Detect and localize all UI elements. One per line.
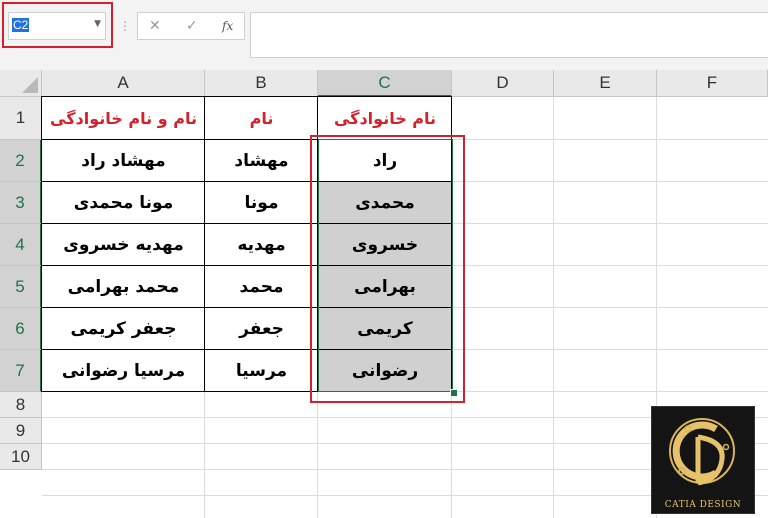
row-header-2[interactable]: 2 [0, 140, 42, 182]
catia-design-logo: CATIA DESIGN [651, 406, 755, 514]
column-header-c[interactable]: C [318, 70, 452, 97]
select-all-icon [22, 77, 38, 93]
table-cell[interactable]: مهشاد [205, 140, 318, 182]
header-cell[interactable]: نام خانوادگی [318, 97, 452, 140]
table-cell[interactable]: جعفر کریمی [42, 308, 205, 350]
row-header-9[interactable]: 9 [0, 418, 42, 444]
formula-input[interactable] [250, 12, 768, 58]
column-c-highlight [310, 135, 465, 403]
header-cell[interactable]: نام و نام خانوادگی [42, 97, 205, 140]
table-cell[interactable]: مونا محمدی [42, 182, 205, 224]
select-all-button[interactable] [0, 70, 42, 97]
insert-function-icon[interactable]: fx [222, 17, 233, 35]
logo-caption: CATIA DESIGN [664, 500, 742, 510]
table-border-vertical [204, 97, 205, 392]
name-box-highlight [2, 2, 113, 48]
column-header-b[interactable]: B [205, 70, 318, 97]
table-cell[interactable]: مهدیه [205, 224, 318, 266]
logo-emblem-icon [669, 418, 735, 486]
table-cell[interactable]: جعفر [205, 308, 318, 350]
table-border-horizontal [41, 96, 452, 97]
grip-icon: ⋮ [119, 19, 131, 33]
table-cell[interactable]: محمد [205, 266, 318, 308]
row-header-1[interactable]: 1 [0, 97, 42, 140]
table-border-vertical [41, 97, 42, 392]
row-header-10[interactable]: 10 [0, 444, 42, 470]
row-header-4[interactable]: 4 [0, 224, 42, 266]
table-cell[interactable]: مرسیا رضوانی [42, 350, 205, 392]
column-header-d[interactable]: D [452, 70, 554, 97]
row-header-7[interactable]: 7 [0, 350, 42, 392]
table-cell[interactable]: مهدیه خسروی [42, 224, 205, 266]
cancel-icon[interactable]: ✕ [149, 17, 161, 35]
row-header-8[interactable]: 8 [0, 392, 42, 418]
column-header-f[interactable]: F [657, 70, 768, 97]
column-header-e[interactable]: E [554, 70, 657, 97]
row-header-5[interactable]: 5 [0, 266, 42, 308]
enter-icon[interactable]: ✓ [186, 17, 198, 35]
header-cell[interactable]: نام [205, 97, 318, 140]
table-cell[interactable]: مونا [205, 182, 318, 224]
table-cell[interactable]: مرسیا [205, 350, 318, 392]
table-cell[interactable]: محمد بهرامی [42, 266, 205, 308]
row-header-6[interactable]: 6 [0, 308, 42, 350]
formula-buttons: ✕ ✓ fx [137, 12, 245, 40]
row-header-3[interactable]: 3 [0, 182, 42, 224]
column-header-a[interactable]: A [42, 70, 205, 97]
table-cell[interactable]: مهشاد راد [42, 140, 205, 182]
